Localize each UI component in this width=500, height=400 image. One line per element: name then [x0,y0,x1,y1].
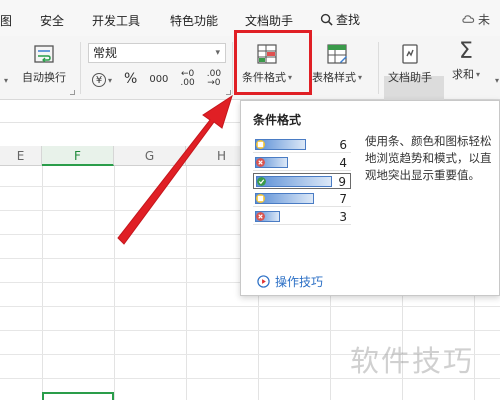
tooltip-preview: 6 4 9 7 3 [253,135,351,233]
tab-doc-assistant[interactable]: 文档助手 [245,12,293,29]
flag-icon [256,140,265,149]
table-style-label: 表格样式 [312,71,356,84]
doc-helper-icon [402,44,418,64]
column-header-g[interactable]: G [114,146,186,166]
increase-decimal-bottom: .00 [180,78,195,88]
number-format-tools: ¥ ▾ % 000 ←0 .00 .00 →0 [92,70,221,88]
sum-label: 求和 [452,68,474,81]
conditional-format-highlight [234,30,312,95]
sum-icon: Σ [459,39,473,64]
preview-row: 3 [253,209,351,225]
preview-row: 4 [253,155,351,171]
search-icon [320,13,333,26]
tab-search[interactable]: 查找 [320,11,360,28]
tips-link-label: 操作技巧 [275,275,324,289]
selected-cell[interactable] [42,392,114,400]
check-circle-icon [257,177,266,186]
increase-decimal-button[interactable]: ←0 .00 [180,70,194,88]
watermark: 软件技巧 [350,344,475,378]
table-style-icon [327,44,347,64]
column-header-f[interactable]: F [42,146,114,166]
divider [232,42,233,94]
tips-link[interactable]: 操作技巧 [257,273,323,290]
currency-icon: ¥ [92,72,106,87]
thousands-button[interactable]: 000 [149,74,168,85]
preview-row: 9 [253,173,351,189]
preview-value: 4 [339,156,347,170]
grid-line [0,306,500,307]
grid-line [42,166,43,400]
preview-value: 3 [339,210,347,224]
cloud-icon [462,15,475,23]
divider [80,42,81,94]
wrap-text-button[interactable]: 自动换行 [22,42,66,85]
dialog-launcher-icon[interactable] [70,90,75,95]
x-circle-icon [256,212,265,221]
wrap-text-label: 自动换行 [22,71,66,84]
grid-line [0,330,500,331]
preview-value: 6 [339,138,347,152]
chevron-down-icon[interactable]: ▾ [495,76,499,85]
number-format-select[interactable]: 常规 ▾ [88,43,226,63]
conditional-format-tooltip: 条件格式 6 4 9 7 3 使用条、颜色和图标轻松地浏览趋势和模式，以直观地突… [240,100,500,296]
doc-helper-label: 文档助手 [388,71,432,84]
chevron-down-icon: ▾ [215,48,220,58]
wrap-text-icon [34,45,54,63]
preview-row: 7 [253,191,351,207]
column-header-e[interactable]: E [0,146,42,166]
decrease-decimal-bottom: →0 [207,78,221,88]
play-circle-icon [257,275,270,288]
tooltip-title: 条件格式 [253,113,302,127]
data-bar [256,176,332,187]
tab-security[interactable]: 安全 [40,12,64,29]
preview-value: 9 [338,175,346,189]
tab-partial[interactable]: 图 [0,12,12,29]
unsaved-indicator[interactable]: 未 [462,11,490,28]
number-format-value: 常规 [93,46,118,60]
grid-line [186,166,187,400]
flag-icon [256,194,265,203]
preview-row: 6 [253,137,351,153]
dialog-launcher-icon[interactable] [226,90,231,95]
sum-button[interactable]: Σ 求和 ▾ [452,38,480,82]
decrease-decimal-button[interactable]: .00 →0 [207,70,221,88]
tooltip-description: 使用条、颜色和图标轻松地浏览趋势和模式，以直观地突出显示重要值。 [365,134,492,182]
tab-developer-tools[interactable]: 开发工具 [92,12,140,29]
currency-button[interactable]: ¥ ▾ [92,72,112,87]
chevron-down-icon[interactable]: ▾ [4,76,8,85]
grid-line [114,166,115,400]
tab-search-label: 查找 [336,13,361,27]
tab-special-features[interactable]: 特色功能 [170,12,218,29]
divider [378,42,379,94]
percent-button[interactable]: % [124,71,137,87]
thousands-label: 000 [149,73,169,85]
x-circle-icon [256,158,265,167]
preview-value: 7 [339,192,347,206]
unsaved-label: 未 [478,13,491,27]
table-style-button[interactable]: 表格样式 ▾ [312,42,362,85]
doc-helper-button[interactable]: 文档助手 [388,42,432,85]
